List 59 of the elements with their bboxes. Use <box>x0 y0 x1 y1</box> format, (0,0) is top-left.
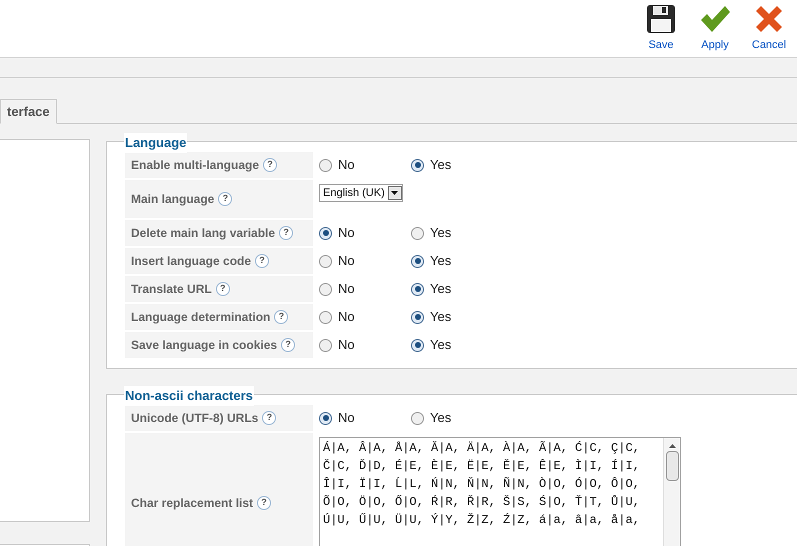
help-icon[interactable]: ? <box>281 338 296 352</box>
fieldset-legend: Non-ascii characters <box>124 386 254 406</box>
save-button[interactable]: Save <box>639 4 683 57</box>
radio-label: Yes <box>430 409 452 428</box>
radio-button[interactable] <box>411 226 424 240</box>
help-icon[interactable]: ? <box>263 158 278 172</box>
radio-button[interactable] <box>411 412 424 424</box>
radio-label: No <box>338 308 355 326</box>
fieldset-legend: Language <box>124 133 188 152</box>
field-label: Save language in cookies ? <box>125 332 313 358</box>
scroll-up-arrow-icon[interactable] <box>668 444 676 448</box>
field-label: Insert language code ? <box>125 248 313 274</box>
radio-label: Yes <box>430 280 452 298</box>
help-icon[interactable]: ? <box>216 282 230 296</box>
radio-label: Yes <box>430 224 452 242</box>
radio-label: No <box>338 336 355 354</box>
cancel-button[interactable]: Cancel <box>747 4 791 57</box>
radio-button[interactable] <box>319 226 332 240</box>
radio-button[interactable] <box>319 310 332 324</box>
field-label: Main language ? <box>125 180 313 218</box>
radio-button[interactable] <box>411 338 424 352</box>
field-label: Language determination ? <box>125 304 313 330</box>
help-icon[interactable]: ? <box>257 496 272 510</box>
tab[interactable]: terface <box>0 99 57 124</box>
scrollbar[interactable] <box>663 438 680 546</box>
radio-button[interactable] <box>319 254 332 268</box>
radio-label: No <box>338 280 355 298</box>
help-icon[interactable]: ? <box>279 226 294 240</box>
radio-label: Yes <box>430 308 452 326</box>
apply-button[interactable]: Apply <box>693 4 737 57</box>
field-label: Delete main lang variable ? <box>125 220 313 246</box>
radio-label: Yes <box>430 336 452 354</box>
field-label: Translate URL ? <box>125 276 313 302</box>
radio-button[interactable] <box>411 282 424 296</box>
language-select[interactable]: English (UK) <box>319 184 403 202</box>
radio-button[interactable] <box>319 282 332 296</box>
help-icon[interactable]: ? <box>274 310 288 324</box>
help-icon[interactable]: ? <box>255 254 270 268</box>
char-replacement-textarea[interactable]: Á|A, Â|A, Å|A, Ă|A, Ä|A, À|A, Ã|A, Ć|C, Ç|C, Č|C, Ď|D, É|E, È|E, Ë|E, Ě|E, Ê|E, Ì|I, Í|I, Î|I, Ï|I, Ĺ|L, Ń|N, Ň|N, Ñ|N, Ò|O, Ó|O, Ô|O, Õ|O, Ö|O, Ő|O, Ŕ|R, Ř|R, Š|S, Ś|O, Ť|T, Ů|U, Ú|U, Ű|U, Ü|U, Ý|Y, Ž|Z, Ź|Z, á|a, â|a, å|a, <box>319 437 681 546</box>
radio-label: Yes <box>430 252 452 270</box>
radio-label: No <box>338 156 355 174</box>
radio-label: No <box>338 409 355 428</box>
field-label: Char replacement list ? <box>125 433 313 546</box>
field-label: Unicode (UTF-8) URLs ? <box>125 405 313 431</box>
close-icon <box>754 4 784 34</box>
radio-button[interactable] <box>319 158 332 172</box>
radio-label: No <box>338 224 355 242</box>
radio-button[interactable] <box>411 310 424 324</box>
radio-button[interactable] <box>319 338 332 352</box>
field-label: Enable multi-language ? <box>125 152 313 178</box>
checkmark-icon <box>699 4 731 34</box>
help-icon[interactable]: ? <box>262 411 276 425</box>
scrollbar-thumb[interactable] <box>666 451 678 481</box>
radio-button[interactable] <box>411 158 424 172</box>
radio-label: No <box>338 252 355 270</box>
radio-label: Yes <box>430 156 452 174</box>
help-icon[interactable]: ? <box>218 192 232 206</box>
radio-button[interactable] <box>319 412 332 424</box>
radio-button[interactable] <box>411 254 424 268</box>
